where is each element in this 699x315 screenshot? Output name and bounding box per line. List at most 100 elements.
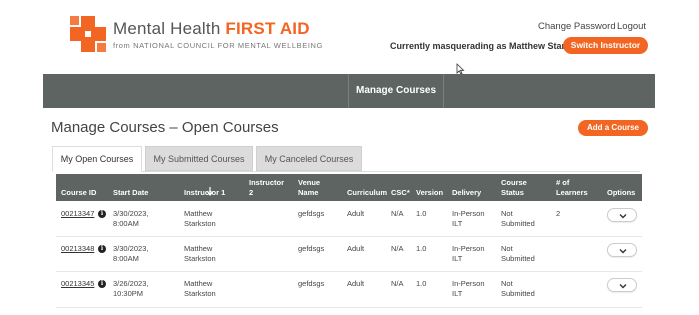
info-icon[interactable]: i [98, 210, 106, 218]
version: 1.0 [416, 279, 427, 288]
brand-subtitle: from NATIONAL COUNCIL FOR MENTAL WELLBEI… [113, 41, 323, 50]
col-start-date[interactable]: Start Date [113, 188, 148, 198]
page-title: Manage Courses – Open Courses [51, 119, 279, 136]
instructor-first: Matthew [184, 279, 213, 288]
options-dropdown-button[interactable] [607, 243, 637, 257]
col-curriculum[interactable]: Curriculum [347, 188, 387, 198]
col-venue-line1: Venue [298, 178, 321, 187]
start-date-time: 8:00AM [113, 254, 139, 263]
brand-sub-prefix: from [113, 41, 134, 50]
instructor-first: Matthew [184, 209, 213, 218]
start-date: 3/30/2023, 8:00AM [113, 209, 148, 229]
col-version[interactable]: Version [416, 188, 443, 198]
instructor-1: Matthew Starkston [184, 209, 216, 229]
nav-bar: Manage Courses [43, 74, 655, 108]
brand-title: Mental Health FIRST AID [113, 19, 310, 39]
change-password-link[interactable]: Change Password [538, 21, 616, 32]
status-line2: Submitted [501, 254, 535, 263]
add-course-button[interactable]: Add a Course [578, 120, 648, 136]
status-line1: Not [501, 209, 513, 218]
table-row: 00213345 i 3/26/2023, 10:30PM Matthew Star… [56, 272, 642, 308]
course-status: Not Submitted [501, 279, 535, 299]
col-venue-name[interactable]: Venue Name [298, 178, 320, 197]
col-instructor-1[interactable]: Instructor 1 [184, 188, 225, 198]
delivery-line1: In-Person [452, 244, 485, 253]
version: 1.0 [416, 244, 427, 253]
chevron-down-icon [619, 214, 627, 219]
curriculum: Adult [347, 209, 365, 218]
col-num-learners[interactable]: # of Learners [556, 178, 588, 197]
info-icon[interactable]: i [98, 280, 106, 288]
tab-my-canceled-courses[interactable]: My Canceled Courses [256, 146, 362, 171]
tab-my-open-courses[interactable]: My Open Courses [52, 146, 142, 172]
masquerade-status: Currently masquerading as Matthew Starks… [390, 41, 590, 51]
version: 1.0 [416, 209, 427, 218]
table-row: 00213348 i 3/30/2023, 8:00AM Matthew Stark… [56, 237, 642, 272]
venue-name: gefdsgs [298, 209, 325, 218]
status-line1: Not [501, 279, 513, 288]
instructor-last: Starkston [184, 254, 216, 263]
col-instructor-2-line1: Instructor [249, 178, 285, 187]
delivery: In-Person ILT [452, 244, 485, 264]
delivery-line1: In-Person [452, 209, 485, 218]
options-dropdown-button[interactable] [607, 208, 637, 222]
start-date-day: 3/30/2023, [113, 244, 149, 253]
csc: N/A [391, 244, 404, 253]
table-row: 00213347 i 3/30/2023, 8:00AM Matthew Stark… [56, 201, 642, 237]
instructor-last: Starkston [184, 219, 216, 228]
course-id-link[interactable]: 00213345 [61, 279, 94, 289]
col-instructor-2-line2: 2 [249, 187, 254, 197]
instructor-first: Matthew [184, 244, 213, 253]
col-delivery[interactable]: Delivery [452, 188, 481, 198]
start-date-time: 8:00AM [113, 219, 139, 228]
num-learners: 2 [556, 209, 561, 218]
logout-link[interactable]: Logout [617, 21, 646, 32]
start-date: 3/30/2023, 8:00AM [113, 244, 148, 264]
col-status-line1: Course [501, 178, 527, 187]
col-learners-line1: # of [556, 178, 570, 187]
mhfa-cross-logo [70, 16, 106, 52]
curriculum: Adult [347, 279, 365, 288]
course-status: Not Submitted [501, 244, 535, 264]
col-venue-line2: Name [298, 187, 319, 197]
col-csc[interactable]: CSC* [391, 188, 410, 198]
brand-title-main: Mental Health [113, 19, 226, 38]
delivery: In-Person ILT [452, 279, 485, 299]
info-icon[interactable]: i [98, 245, 106, 253]
course-status: Not Submitted [501, 209, 535, 229]
col-instructor-2[interactable]: Instructor 2 [249, 178, 284, 197]
brand-sub-org: NATIONAL COUNCIL FOR MENTAL WELLBEING [133, 41, 323, 50]
delivery-line2: ILT [452, 254, 463, 263]
delivery-line1: In-Person [452, 279, 485, 288]
instructor-1: Matthew Starkston [184, 244, 216, 264]
chevron-down-icon [619, 249, 627, 254]
start-date: 3/26/2023, 10:30PM [113, 279, 148, 299]
col-options: Options [607, 188, 636, 197]
table-header: Course ID Start Date Instructor 1 Instru… [56, 174, 642, 201]
status-line2: Submitted [501, 289, 535, 298]
start-date-day: 3/26/2023, [113, 279, 149, 288]
course-id-link[interactable]: 00213347 [61, 209, 94, 219]
instructor-last: Starkston [184, 289, 216, 298]
instructor-1: Matthew Starkston [184, 279, 216, 299]
col-course-status[interactable]: Course Status [501, 178, 527, 197]
tab-my-submitted-courses[interactable]: My Submitted Courses [145, 146, 253, 171]
nav-manage-courses[interactable]: Manage Courses [348, 74, 445, 108]
status-line1: Not [501, 244, 513, 253]
course-id-link[interactable]: 00213348 [61, 244, 94, 254]
col-course-id[interactable]: Course ID [61, 188, 96, 198]
col-status-line2: Status [501, 187, 524, 197]
status-line2: Submitted [501, 219, 535, 228]
start-date-time: 10:30PM [113, 289, 144, 298]
venue-name: gefdsgs [298, 279, 325, 288]
delivery-line2: ILT [452, 289, 463, 298]
csc: N/A [391, 209, 404, 218]
venue-name: gefdsgs [298, 244, 325, 253]
start-date-day: 3/30/2023, [113, 209, 149, 218]
col-learners-line2: Learners [556, 187, 588, 197]
options-dropdown-button[interactable] [607, 278, 637, 292]
switch-instructor-button[interactable]: Switch Instructor [563, 37, 648, 54]
csc: N/A [391, 279, 404, 288]
curriculum: Adult [347, 244, 365, 253]
chevron-down-icon [619, 284, 627, 289]
